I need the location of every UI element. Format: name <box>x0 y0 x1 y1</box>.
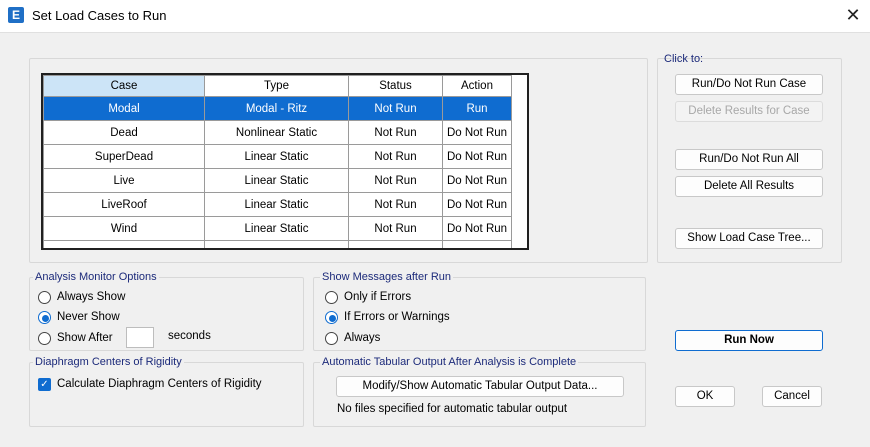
table-row[interactable]: Wind Linear Static Not Run Do Not Run <box>43 216 512 241</box>
column-header-type[interactable]: Type <box>204 75 349 97</box>
cell-status[interactable]: Not Run <box>348 168 443 193</box>
cell-action[interactable]: Do Not Run <box>442 192 512 217</box>
cell-case[interactable]: Modal <box>43 96 205 121</box>
show-after-label[interactable]: Show After <box>57 332 113 344</box>
always-show-label[interactable]: Always Show <box>57 291 125 303</box>
cell-action[interactable]: Do Not Run <box>442 120 512 145</box>
table-row[interactable]: Live Linear Static Not Run Do Not Run <box>43 168 512 193</box>
table-row[interactable]: Dead Nonlinear Static Not Run Do Not Run <box>43 120 512 145</box>
if-errors-or-warnings-label[interactable]: If Errors or Warnings <box>344 311 450 323</box>
seconds-label: seconds <box>168 330 211 342</box>
diaphragm-group <box>29 362 304 427</box>
run-do-not-run-case-button[interactable]: Run/Do Not Run Case <box>675 74 823 95</box>
cell-status[interactable]: Not Run <box>348 144 443 169</box>
always-label[interactable]: Always <box>344 332 380 344</box>
cell-type[interactable]: Linear Static <box>204 168 349 193</box>
title-bar: E Set Load Cases to Run ✕ <box>0 0 870 32</box>
cell-type[interactable]: Linear Static <box>204 216 349 241</box>
column-header-status[interactable]: Status <box>348 75 443 97</box>
delete-results-for-case-button[interactable]: Delete Results for Case <box>675 101 823 122</box>
cell-case[interactable]: Wind <box>43 216 205 241</box>
never-show-label[interactable]: Never Show <box>57 311 120 323</box>
analysis-monitor-title: Analysis Monitor Options <box>33 271 159 283</box>
column-header-case[interactable]: Case <box>43 75 205 97</box>
load-cases-table[interactable]: Case Type Status Action Modal Modal - Ri… <box>41 73 529 250</box>
diaphragm-title: Diaphragm Centers of Rigidity <box>33 356 184 368</box>
cell-type[interactable]: Nonlinear Static <box>204 120 349 145</box>
cell-action[interactable]: Do Not Run <box>442 216 512 241</box>
etabs-app-icon: E <box>8 7 24 23</box>
delete-all-results-button[interactable]: Delete All Results <box>675 176 823 197</box>
show-load-case-tree-button[interactable]: Show Load Case Tree... <box>675 228 823 249</box>
cell-case[interactable]: SuperDead <box>43 144 205 169</box>
table-row[interactable] <box>43 240 512 248</box>
cell-status[interactable]: Not Run <box>348 216 443 241</box>
table-row[interactable]: Modal Modal - Ritz Not Run Run <box>43 96 512 121</box>
always-show-radio[interactable] <box>38 291 51 304</box>
only-if-errors-radio[interactable] <box>325 291 338 304</box>
auto-output-status: No files specified for automatic tabular… <box>337 403 568 415</box>
show-after-seconds-input[interactable] <box>126 327 154 348</box>
cell-case[interactable]: Live <box>43 168 205 193</box>
cancel-button[interactable]: Cancel <box>762 386 822 407</box>
modify-show-output-button[interactable]: Modify/Show Automatic Tabular Output Dat… <box>336 376 624 397</box>
only-if-errors-label[interactable]: Only if Errors <box>344 291 411 303</box>
table-header-row: Case Type Status Action <box>43 75 512 97</box>
cell-type[interactable]: Modal - Ritz <box>204 96 349 121</box>
run-now-button[interactable]: Run Now <box>675 330 823 351</box>
cell-status[interactable]: Not Run <box>348 192 443 217</box>
cell-status[interactable]: Not Run <box>348 96 443 121</box>
column-header-action[interactable]: Action <box>442 75 512 97</box>
cell-action[interactable]: Do Not Run <box>442 144 512 169</box>
close-icon[interactable]: ✕ <box>841 4 865 28</box>
show-after-radio[interactable] <box>38 332 51 345</box>
window-title: Set Load Cases to Run <box>32 8 167 23</box>
if-errors-or-warnings-radio[interactable] <box>325 311 338 324</box>
cell-type[interactable]: Linear Static <box>204 144 349 169</box>
ok-button[interactable]: OK <box>675 386 735 407</box>
cell-action[interactable]: Run <box>442 96 512 121</box>
table-row[interactable]: SuperDead Linear Static Not Run Do Not R… <box>43 144 512 169</box>
auto-output-title: Automatic Tabular Output After Analysis … <box>320 356 579 368</box>
table-row[interactable]: LiveRoof Linear Static Not Run Do Not Ru… <box>43 192 512 217</box>
cell-case[interactable]: LiveRoof <box>43 192 205 217</box>
never-show-radio[interactable] <box>38 311 51 324</box>
show-messages-title: Show Messages after Run <box>320 271 454 283</box>
cell-case[interactable]: Dead <box>43 120 205 145</box>
click-to-label: Click to: <box>664 53 704 65</box>
always-radio[interactable] <box>325 332 338 345</box>
calculate-diaphragm-checkbox[interactable]: ✓ <box>38 378 51 391</box>
cell-action[interactable]: Do Not Run <box>442 168 512 193</box>
calculate-diaphragm-label[interactable]: Calculate Diaphragm Centers of Rigidity <box>57 378 262 390</box>
cell-type[interactable]: Linear Static <box>204 192 349 217</box>
run-do-not-run-all-button[interactable]: Run/Do Not Run All <box>675 149 823 170</box>
cell-status[interactable]: Not Run <box>348 120 443 145</box>
